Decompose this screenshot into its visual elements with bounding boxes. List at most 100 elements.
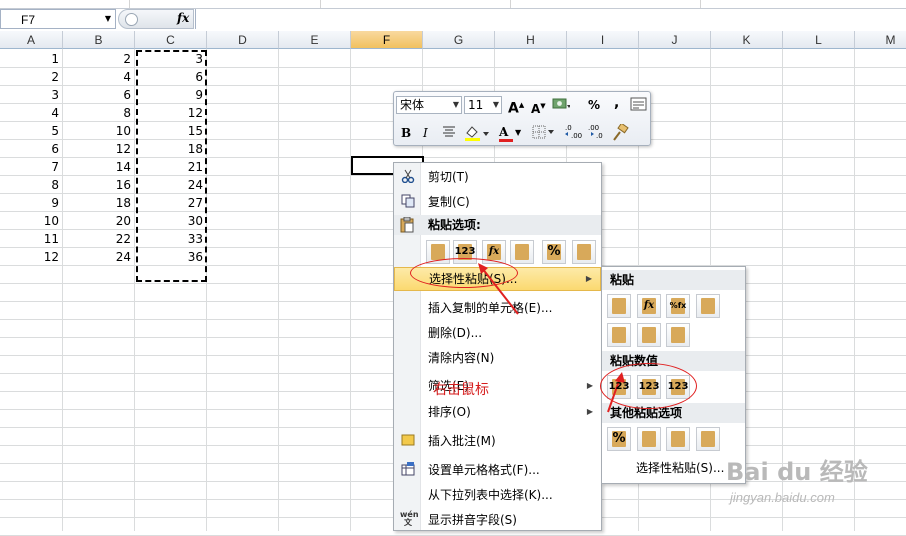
keep-source-format-icon[interactable] bbox=[696, 294, 720, 318]
paste-formulas-number-format-icon[interactable]: %fx bbox=[666, 294, 690, 318]
cell-a4[interactable]: 4 bbox=[0, 104, 59, 122]
format-painter-icon[interactable] bbox=[611, 122, 629, 142]
column-header-h[interactable]: H bbox=[495, 31, 567, 49]
comma-style-button[interactable]: , bbox=[614, 94, 619, 112]
font-color-button[interactable]: A bbox=[499, 123, 513, 142]
column-header-b[interactable]: B bbox=[63, 31, 135, 49]
menu-item-sort[interactable]: 排序(O) ▶ bbox=[394, 401, 601, 423]
menu-item-label: 选择性粘贴(S)... bbox=[636, 461, 725, 475]
menu-item-format-cells[interactable]: 设置单元格格式(F)... bbox=[394, 459, 601, 481]
paste-formatting-label: % bbox=[612, 431, 626, 446]
menu-item-show-phonetic[interactable]: wén 文 显示拼音字段(S) bbox=[394, 509, 601, 531]
cell-b8[interactable]: 16 bbox=[63, 176, 131, 194]
column-header-f[interactable]: F bbox=[351, 31, 423, 49]
cell-b12[interactable]: 24 bbox=[63, 248, 131, 266]
menu-item-cut[interactable]: 剪切(T) bbox=[394, 166, 601, 188]
paste-link-icon[interactable] bbox=[637, 427, 661, 451]
cell-a7[interactable]: 7 bbox=[0, 158, 59, 176]
italic-button[interactable]: I bbox=[423, 124, 428, 142]
svg-text:.00: .00 bbox=[571, 132, 582, 139]
submenu-paste-header: 粘贴 bbox=[602, 270, 745, 290]
cell-a1[interactable]: 1 bbox=[0, 50, 59, 68]
submenu-item-paste-special[interactable]: 选择性粘贴(S)... bbox=[602, 457, 745, 479]
menu-item-label: 复制(C) bbox=[428, 195, 470, 209]
no-borders-icon[interactable] bbox=[607, 323, 631, 347]
cell-a9[interactable]: 9 bbox=[0, 194, 59, 212]
cell-a10[interactable]: 10 bbox=[0, 212, 59, 230]
linked-picture-icon[interactable] bbox=[696, 427, 720, 451]
column-header-m[interactable]: M bbox=[855, 31, 906, 49]
column-header-i[interactable]: I bbox=[567, 31, 639, 49]
column-header-a[interactable]: A bbox=[0, 31, 63, 49]
increase-decimal-button[interactable]: .0.00 bbox=[564, 123, 584, 141]
cell-a2[interactable]: 2 bbox=[0, 68, 59, 86]
cell-b1[interactable]: 2 bbox=[63, 50, 131, 68]
cell-b2[interactable]: 4 bbox=[63, 68, 131, 86]
phonetic-icon: wén 文 bbox=[400, 510, 419, 527]
cell-b3[interactable]: 6 bbox=[63, 86, 131, 104]
column-header-l[interactable]: L bbox=[783, 31, 855, 49]
chevron-down-icon[interactable]: ▼ bbox=[515, 124, 521, 142]
cell-b5[interactable]: 10 bbox=[63, 122, 131, 140]
strip-divider bbox=[320, 0, 321, 8]
menu-item-clear-contents[interactable]: 清除内容(N) bbox=[394, 347, 601, 369]
grow-font-button[interactable]: A▲ bbox=[508, 96, 524, 117]
column-header-d[interactable]: D bbox=[207, 31, 279, 49]
cell-b6[interactable]: 12 bbox=[63, 140, 131, 158]
column-header-k[interactable]: K bbox=[711, 31, 783, 49]
column-header-c[interactable]: C bbox=[135, 31, 207, 49]
cell-a12[interactable]: 12 bbox=[0, 248, 59, 266]
formula-input[interactable] bbox=[195, 9, 906, 29]
cell-b10[interactable]: 20 bbox=[63, 212, 131, 230]
paste-link-icon[interactable] bbox=[572, 240, 596, 264]
cell-a6[interactable]: 6 bbox=[0, 140, 59, 158]
cell-a8[interactable]: 8 bbox=[0, 176, 59, 194]
chevron-down-icon[interactable]: ▼ bbox=[453, 97, 459, 113]
font-color-letter: A bbox=[499, 125, 509, 139]
paste-formulas-icon[interactable]: fx bbox=[637, 294, 661, 318]
watermark-brand: Bai du 经验 bbox=[726, 458, 868, 486]
font-name-combo[interactable]: 宋体 ▼ bbox=[396, 96, 462, 114]
accounting-format-icon[interactable] bbox=[552, 96, 572, 114]
cell-a5[interactable]: 5 bbox=[0, 122, 59, 140]
insert-function-button[interactable]: fx bbox=[177, 11, 189, 25]
paste-formatting-label: % bbox=[547, 244, 561, 259]
cell-b9[interactable]: 18 bbox=[63, 194, 131, 212]
values-number-format-label: 123 bbox=[638, 381, 660, 392]
format-painter-icon-small[interactable] bbox=[630, 96, 648, 114]
cell-a11[interactable]: 11 bbox=[0, 230, 59, 248]
menu-item-pick-from-list[interactable]: 从下拉列表中选择(K)... bbox=[394, 484, 601, 506]
paste-formatting-icon[interactable]: % bbox=[542, 240, 566, 264]
column-header-e[interactable]: E bbox=[279, 31, 351, 49]
font-name-value: 宋体 bbox=[400, 98, 425, 112]
chevron-down-icon[interactable]: ▼ bbox=[493, 97, 499, 113]
cell-b7[interactable]: 14 bbox=[63, 158, 131, 176]
fill-color-icon[interactable] bbox=[464, 124, 490, 142]
cell-a3[interactable]: 3 bbox=[0, 86, 59, 104]
chevron-down-icon[interactable]: ▼ bbox=[105, 14, 111, 23]
column-header-j[interactable]: J bbox=[639, 31, 711, 49]
menu-item-delete[interactable]: 删除(D)... bbox=[394, 322, 601, 344]
font-size-combo[interactable]: 11 ▼ bbox=[464, 96, 502, 114]
borders-icon[interactable] bbox=[532, 125, 556, 143]
column-header-g[interactable]: G bbox=[423, 31, 495, 49]
cell-b4[interactable]: 8 bbox=[63, 104, 131, 122]
paste-icon[interactable] bbox=[607, 294, 631, 318]
decrease-decimal-button[interactable]: .00.0 bbox=[587, 123, 607, 141]
menu-item-filter[interactable]: 筛选(E) ▶ bbox=[394, 375, 601, 397]
cell-b11[interactable]: 22 bbox=[63, 230, 131, 248]
paste-formatting-icon[interactable]: % bbox=[607, 427, 631, 451]
center-align-icon[interactable] bbox=[441, 125, 457, 143]
name-box[interactable]: F7 ▼ bbox=[0, 9, 116, 29]
menu-item-insert-comment[interactable]: 插入批注(M) bbox=[394, 430, 601, 452]
menu-item-copy[interactable]: 复制(C) bbox=[394, 191, 601, 213]
watermark-url: jingyan.baidu.com bbox=[730, 490, 835, 505]
keep-column-widths-icon[interactable] bbox=[637, 323, 661, 347]
shrink-font-button[interactable]: A▼ bbox=[531, 97, 546, 116]
percent-style-button[interactable]: % bbox=[588, 96, 600, 114]
paste-picture-icon[interactable] bbox=[666, 427, 690, 451]
transpose-icon[interactable] bbox=[666, 323, 690, 347]
ribbon-bottom-strip bbox=[0, 0, 906, 9]
bold-button[interactable]: B bbox=[401, 124, 411, 142]
expand-handle-icon[interactable] bbox=[125, 13, 138, 26]
